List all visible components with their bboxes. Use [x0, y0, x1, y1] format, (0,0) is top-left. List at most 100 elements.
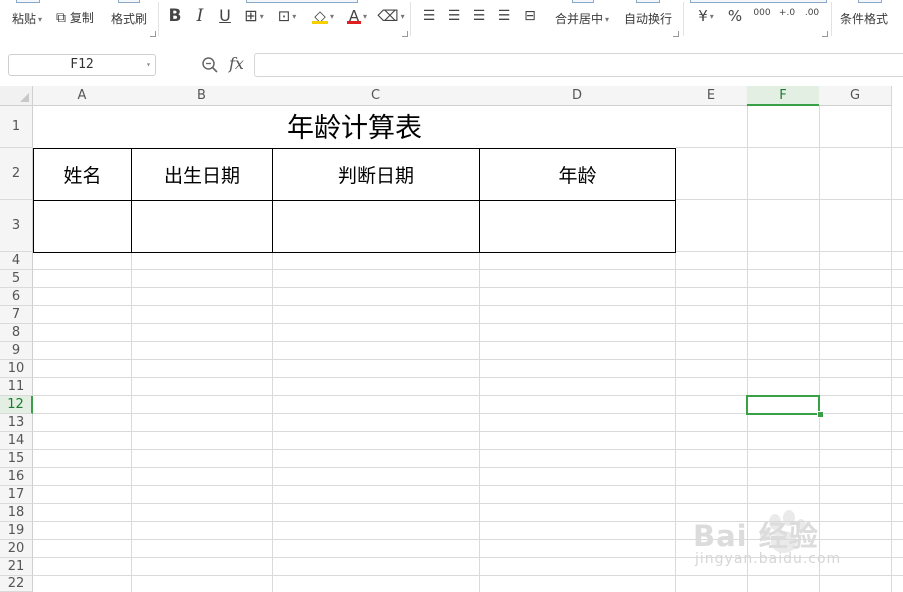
- column-header-b[interactable]: B: [131, 86, 273, 106]
- clear-dropdown-icon[interactable]: ▾: [401, 12, 405, 21]
- row-header-7[interactable]: 7: [0, 306, 33, 324]
- percent-button[interactable]: %: [727, 6, 743, 26]
- row-header-11[interactable]: 11: [0, 378, 33, 396]
- bold-button[interactable]: B: [166, 6, 184, 26]
- grid-hline: [33, 485, 903, 486]
- decrease-decimal-button[interactable]: .00: [802, 6, 822, 26]
- merge-center-button[interactable]: 合并居中 ▾: [555, 10, 609, 27]
- merge-icon-top: [572, 0, 594, 3]
- font-launcher-icon[interactable]: [402, 31, 408, 37]
- row-header-3[interactable]: 3: [0, 200, 33, 252]
- fill-color-dropdown-icon[interactable]: ▾: [330, 12, 334, 21]
- align-right-icon[interactable]: ☰: [470, 6, 488, 26]
- currency-dropdown-icon[interactable]: ▾: [710, 12, 714, 21]
- currency-button[interactable]: ¥ ▾: [694, 6, 718, 26]
- grid-hline: [33, 503, 903, 504]
- row-header-1[interactable]: 1: [0, 106, 33, 148]
- justify-icon[interactable]: ☰: [495, 6, 513, 26]
- row-header-21[interactable]: 21: [0, 558, 33, 576]
- select-all-corner[interactable]: [0, 86, 33, 106]
- row-header-6[interactable]: 6: [0, 288, 33, 306]
- borders-button[interactable]: ⊞ ▾: [241, 6, 267, 26]
- align-center-icon[interactable]: ☰: [445, 6, 463, 26]
- cell-style-button[interactable]: ⊡ ▾: [274, 6, 300, 26]
- row-header-20[interactable]: 20: [0, 540, 33, 558]
- clipboard-launcher-icon[interactable]: [150, 31, 156, 37]
- font-color-button[interactable]: A ▾: [343, 6, 371, 26]
- format-painter-button[interactable]: 格式刷: [111, 10, 147, 27]
- italic-button[interactable]: I: [192, 6, 208, 26]
- fill-bucket-icon: ◇: [311, 6, 328, 26]
- row-header-4[interactable]: 4: [0, 252, 33, 270]
- fill-color-button[interactable]: ◇ ▾: [308, 6, 338, 26]
- distributed-align-icon[interactable]: ⊟: [520, 6, 540, 26]
- column-header-e[interactable]: E: [675, 86, 748, 106]
- grid-hline: [33, 359, 903, 360]
- grid-hline: [33, 431, 903, 432]
- thousands-separator-button[interactable]: 000: [752, 6, 772, 26]
- borders-dropdown-icon[interactable]: ▾: [260, 12, 264, 21]
- row-header-18[interactable]: 18: [0, 504, 33, 522]
- copy-icon: ⧉: [56, 10, 66, 26]
- data-cell-age[interactable]: [479, 200, 676, 253]
- row-header-8[interactable]: 8: [0, 324, 33, 342]
- font-color-dropdown-icon[interactable]: ▾: [363, 12, 367, 21]
- row-header-5[interactable]: 5: [0, 270, 33, 288]
- active-cell-selection[interactable]: [746, 395, 820, 415]
- clear-format-button[interactable]: ⌫ ▾: [377, 6, 405, 26]
- zoom-icon[interactable]: [201, 56, 219, 74]
- row-header-12[interactable]: 12: [0, 396, 33, 414]
- function-icon[interactable]: fx: [229, 54, 244, 73]
- column-header-d[interactable]: D: [479, 86, 676, 106]
- paste-dropdown-icon[interactable]: ▾: [38, 15, 42, 24]
- row-header-2[interactable]: 2: [0, 148, 33, 200]
- separator: [410, 2, 411, 36]
- alignment-launcher-icon[interactable]: [673, 31, 679, 37]
- borders-icon: ⊞: [244, 6, 258, 25]
- header-cell-age[interactable]: 年龄: [479, 148, 676, 201]
- paste-icon-top: [16, 0, 40, 3]
- name-box-dropdown-icon[interactable]: ▾: [146, 55, 151, 75]
- data-cell-birth-date[interactable]: [131, 200, 273, 253]
- underline-button[interactable]: U: [216, 6, 234, 26]
- header-cell-birth-date[interactable]: 出生日期: [131, 148, 273, 201]
- separator: [831, 2, 832, 36]
- paste-label: 粘贴: [12, 12, 37, 26]
- paste-button[interactable]: 粘贴 ▾: [12, 10, 42, 27]
- separator: [158, 2, 159, 36]
- data-cell-name[interactable]: [33, 200, 132, 253]
- row-header-22[interactable]: 22: [0, 576, 33, 592]
- row-header-19[interactable]: 19: [0, 522, 33, 540]
- column-header-c[interactable]: C: [272, 86, 480, 106]
- data-cell-judge-date[interactable]: [272, 200, 480, 253]
- conditional-format-label: 条件格式: [840, 12, 889, 26]
- row-header-17[interactable]: 17: [0, 486, 33, 504]
- column-header-a[interactable]: A: [33, 86, 132, 106]
- row-header-16[interactable]: 16: [0, 468, 33, 486]
- increase-decimal-button[interactable]: +.0: [778, 6, 796, 26]
- name-box[interactable]: F12 ▾: [8, 54, 156, 76]
- row-header-15[interactable]: 15: [0, 450, 33, 468]
- fill-handle[interactable]: [817, 411, 824, 418]
- header-cell-judge-date[interactable]: 判断日期: [272, 148, 480, 201]
- align-left-icon[interactable]: ☰: [420, 6, 438, 26]
- number-launcher-icon[interactable]: [822, 31, 828, 37]
- column-header-f[interactable]: F: [747, 86, 820, 106]
- formula-input[interactable]: [254, 53, 903, 77]
- grid-hline: [33, 449, 903, 450]
- row-header-9[interactable]: 9: [0, 342, 33, 360]
- column-header-g[interactable]: G: [819, 86, 892, 106]
- wrap-text-button[interactable]: 自动换行: [624, 10, 672, 27]
- row-header-14[interactable]: 14: [0, 432, 33, 450]
- title-cell[interactable]: 年龄计算表: [33, 106, 676, 149]
- ribbon-toolbar: 粘贴 ▾ ⧉ 复制 格式刷 B I U ⊞ ▾ ⊡ ▾ ◇ ▾ A ▾ ⌫ ▾ ☰ ☰ ☰ …: [0, 0, 903, 43]
- merge-dropdown-icon[interactable]: ▾: [605, 15, 609, 24]
- header-cell-name[interactable]: 姓名: [33, 148, 132, 201]
- row-header-10[interactable]: 10: [0, 360, 33, 378]
- row-header-13[interactable]: 13: [0, 414, 33, 432]
- copy-button[interactable]: ⧉ 复制: [56, 9, 94, 26]
- conditional-format-button[interactable]: 条件格式: [840, 10, 888, 27]
- cell-style-dropdown-icon[interactable]: ▾: [292, 12, 296, 21]
- watermark-url: jingyan.baidu.com: [695, 551, 842, 567]
- watermark-brand: Bai 经验: [693, 519, 819, 553]
